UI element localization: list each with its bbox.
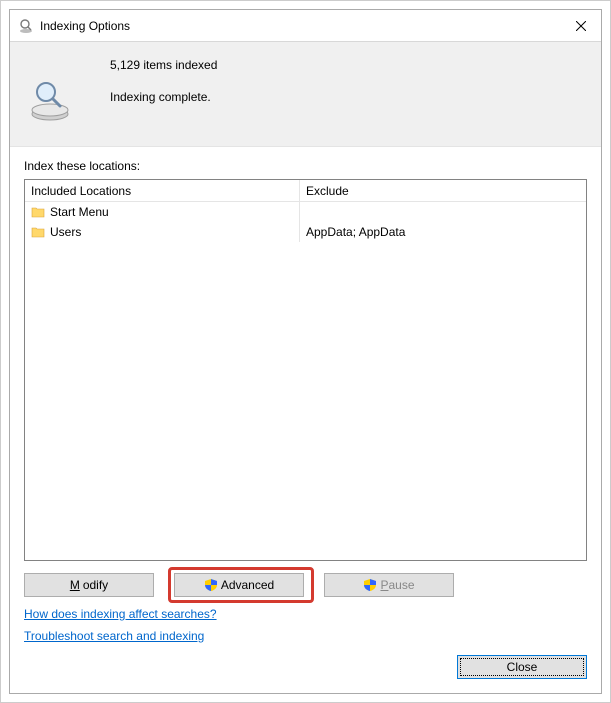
drive-search-icon xyxy=(26,76,74,124)
locations-table: Included Locations Exclude Start Menu xyxy=(24,179,587,561)
window-close-button[interactable] xyxy=(567,14,595,38)
row-name: Users xyxy=(50,225,81,239)
row-name: Start Menu xyxy=(50,205,109,219)
table-row[interactable]: Users AppData; AppData xyxy=(25,222,586,242)
header-included[interactable]: Included Locations xyxy=(25,180,300,202)
row-exclude: AppData; AppData xyxy=(300,222,586,242)
status-area: 5,129 items indexed Indexing complete. xyxy=(10,42,601,147)
modify-button[interactable]: Modify xyxy=(24,573,154,597)
table-rows: Start Menu Users AppData; AppData xyxy=(25,202,586,560)
link-how-affect-row: How does indexing affect searches? xyxy=(10,601,601,623)
shield-icon xyxy=(204,578,218,592)
shield-icon xyxy=(363,578,377,592)
footer: Close xyxy=(10,645,601,693)
link-troubleshoot-row: Troubleshoot search and indexing xyxy=(10,623,601,645)
close-button[interactable]: Close xyxy=(457,655,587,679)
folder-icon xyxy=(31,205,45,219)
window-title: Indexing Options xyxy=(40,19,567,33)
table-header: Included Locations Exclude xyxy=(25,180,586,202)
locations-label: Index these locations: xyxy=(10,147,601,179)
screenshot-frame: Indexing Options 5,129 items indexed xyxy=(0,0,611,703)
pause-button: Pause xyxy=(324,573,454,597)
item-count: 5,129 items indexed xyxy=(110,58,217,72)
indexing-options-dialog: Indexing Options 5,129 items indexed xyxy=(9,9,602,694)
table-row[interactable]: Start Menu xyxy=(25,202,586,222)
row-exclude xyxy=(300,202,586,222)
index-state: Indexing complete. xyxy=(110,90,217,104)
titlebar: Indexing Options xyxy=(10,10,601,42)
status-text: 5,129 items indexed Indexing complete. xyxy=(94,58,217,124)
header-exclude[interactable]: Exclude xyxy=(300,180,586,202)
close-icon xyxy=(576,21,586,31)
advanced-button[interactable]: Advanced xyxy=(174,573,304,597)
folder-icon xyxy=(31,225,45,239)
link-how-affect[interactable]: How does indexing affect searches? xyxy=(24,607,217,621)
button-row: Modify Advanced xyxy=(10,561,601,601)
link-troubleshoot[interactable]: Troubleshoot search and indexing xyxy=(24,629,204,643)
indexing-icon xyxy=(18,18,34,34)
